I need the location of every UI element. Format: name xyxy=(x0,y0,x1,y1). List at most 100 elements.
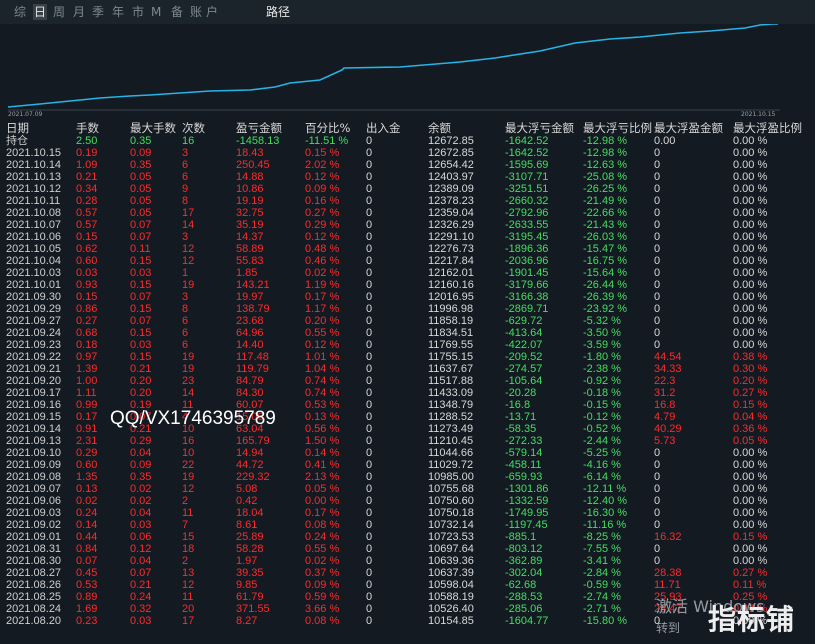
cell-count: 6 xyxy=(182,327,189,339)
period-tab-0[interactable]: 综 xyxy=(14,4,26,20)
cell-pnl: 119.79 xyxy=(236,363,269,375)
cell-balance: 11755.15 xyxy=(428,351,474,363)
period-tab-2[interactable]: 周 xyxy=(53,4,65,20)
header-max-float-loss[interactable]: 最大浮亏金额 xyxy=(505,121,574,135)
cell-deposit: 0 xyxy=(366,363,373,375)
table-row[interactable]: 2021.10.06 0.15 0.07 3 14.37 0.12 % 0 12291.10 -… xyxy=(0,231,815,243)
cell-max-lots: 0.15 xyxy=(130,327,152,339)
path-tab[interactable]: 路径 xyxy=(266,4,290,20)
cell-date: 2021.09.10 xyxy=(6,447,62,459)
cell-max-float-profit-pct: 0.30 % xyxy=(733,363,768,375)
cell-lots: 0.28 xyxy=(76,195,98,207)
table-row[interactable]: 2021.09.27 0.27 0.07 6 23.68 0.20 % 0 11858.19 -… xyxy=(0,315,815,327)
cell-count: 7 xyxy=(182,519,189,531)
table-row[interactable]: 2021.09.23 0.18 0.03 6 14.40 0.12 % 0 11769.55 -… xyxy=(0,339,815,351)
header-lots[interactable]: 手数 xyxy=(76,121,99,135)
cell-date: 2021.09.07 xyxy=(6,483,62,495)
cell-pnl: 44.72 xyxy=(236,459,264,471)
table-row[interactable]: 2021.10.13 0.21 0.05 6 14.88 0.12 % 0 12403.97 -… xyxy=(0,171,815,183)
cell-pnl: 9.85 xyxy=(236,579,258,591)
cell-deposit: 0 xyxy=(366,387,373,399)
cell-max-float-loss: -3179.66 xyxy=(505,279,549,291)
table-row[interactable]: 2021.08.26 0.53 0.21 12 9.85 0.09 % 0 10598.04 -… xyxy=(0,579,815,591)
cell-date: 2021.09.24 xyxy=(6,327,62,339)
cell-pnl-pct: 0.24 % xyxy=(305,531,340,543)
table-row[interactable]: 2021.10.14 1.09 0.35 6 250.45 2.02 % 0 12654.42… xyxy=(0,159,815,171)
table-row[interactable]: 2021.10.12 0.34 0.05 9 10.86 0.09 % 0 12389.09 -… xyxy=(0,183,815,195)
cell-balance: 10985.00 xyxy=(428,471,474,483)
table-row[interactable]: 2021.09.29 0.86 0.15 8 138.79 1.17 % 0 11996.98… xyxy=(0,303,815,315)
table-row[interactable]: 2021.10.15 0.19 0.09 3 18.43 0.15 % 0 12672.85 -… xyxy=(0,147,815,159)
cell-pnl-pct: 0.05 % xyxy=(305,483,340,495)
cell-pnl-pct: 0.37 % xyxy=(305,567,340,579)
period-tab-3[interactable]: 月 xyxy=(73,4,85,20)
header-max-lots[interactable]: 最大手数 xyxy=(130,121,176,135)
header-max-float-profit-pct[interactable]: 最大浮盈比例 xyxy=(733,121,802,135)
header-balance[interactable]: 余额 xyxy=(428,121,451,135)
header-count[interactable]: 次数 xyxy=(182,121,205,135)
cell-max-float-profit-pct: 0.20 % xyxy=(733,375,768,387)
cell-count: 12 xyxy=(182,483,195,495)
period-tab-10[interactable]: 户 xyxy=(206,4,218,20)
table-row[interactable]: 2021.09.07 0.13 0.02 12 5.08 0.05 % 0 10755.68 -… xyxy=(0,483,815,495)
cell-max-float-profit: 0 xyxy=(654,243,661,255)
table-row[interactable]: 2021.10.05 0.62 0.11 12 58.89 0.48 % 0 12276.73… xyxy=(0,243,815,255)
table-row[interactable]: 2021.09.20 1.00 0.20 23 84.79 0.74 % 0 11517.88… xyxy=(0,375,815,387)
cell-max-float-loss-pct: -2.71 % xyxy=(583,603,621,615)
cell-max-lots: 0.07 xyxy=(130,315,152,327)
cell-max-float-loss-pct: -2.84 % xyxy=(583,567,621,579)
cell-max-float-loss: -1604.77 xyxy=(505,615,549,627)
table-row[interactable]: 2021.09.21 1.39 0.21 19 119.79 1.04 % 0 11637.6… xyxy=(0,363,815,375)
period-tab-6[interactable]: 市 xyxy=(132,4,144,20)
cell-max-float-profit-pct: 0.00 % xyxy=(733,231,768,243)
header-max-float-loss-pct[interactable]: 最大浮亏比例 xyxy=(583,121,652,135)
table-row[interactable]: 2021.08.31 0.84 0.12 18 58.28 0.55 % 0 10697.64… xyxy=(0,543,815,555)
table-row[interactable]: 2021.09.03 0.24 0.04 11 18.04 0.17 % 0 10750.18… xyxy=(0,507,815,519)
cell-max-lots: 0.24 xyxy=(130,591,152,603)
table-row[interactable]: 2021.10.07 0.57 0.07 14 35.19 0.29 % 0 12326.29… xyxy=(0,219,815,231)
table-row[interactable]: 2021.09.24 0.68 0.15 6 64.96 0.55 % 0 11834.51 -… xyxy=(0,327,815,339)
header-pnl[interactable]: 盈亏金额 xyxy=(236,121,282,135)
table-row[interactable]: 2021.10.03 0.03 0.03 1 1.85 0.02 % 0 12162.01 -1… xyxy=(0,267,815,279)
table-row[interactable]: 2021.10.11 0.28 0.05 8 19.19 0.16 % 0 12378.23 -… xyxy=(0,195,815,207)
table-row[interactable]: 2021.09.06 0.02 0.02 2 0.42 0.00 % 0 10750.60 -1… xyxy=(0,495,815,507)
cell-deposit: 0 xyxy=(366,351,373,363)
table-row[interactable]: 2021.09.01 0.44 0.06 15 25.89 0.24 % 0 10723.53… xyxy=(0,531,815,543)
table-row[interactable]: 2021.09.13 2.31 0.29 16 165.79 1.50 % 0 11210.4… xyxy=(0,435,815,447)
period-tab-8[interactable]: 备 xyxy=(171,4,183,20)
cell-lots: 0.99 xyxy=(76,399,98,411)
cell-max-float-profit-pct: 0.27 % xyxy=(733,567,768,579)
table-row[interactable]: 2021.09.02 0.14 0.03 7 8.61 0.08 % 0 10732.14 -1… xyxy=(0,519,815,531)
table-row[interactable]: 2021.10.08 0.57 0.05 17 32.75 0.27 % 0 12359.04… xyxy=(0,207,815,219)
period-tab-9[interactable]: 账 xyxy=(190,4,202,20)
cell-count: 14 xyxy=(182,387,195,399)
cell-max-float-loss-pct: -0.15 % xyxy=(583,399,621,411)
cell-balance: 12276.73 xyxy=(428,243,474,255)
table-row[interactable]: 2021.09.22 0.97 0.15 19 117.48 1.01 % 0 11755.1… xyxy=(0,351,815,363)
cell-max-float-profit-pct: 0.11 % xyxy=(733,579,767,591)
header-pnl-pct[interactable]: 百分比% xyxy=(305,121,350,135)
cell-pnl: 1.85 xyxy=(236,267,258,279)
table-row[interactable]: 2021.10.04 0.60 0.15 12 55.83 0.46 % 0 12217.84… xyxy=(0,255,815,267)
header-max-float-profit[interactable]: 最大浮盈金额 xyxy=(654,121,723,135)
table-row[interactable]: 2021.09.30 0.15 0.07 3 19.97 0.17 % 0 12016.95 -… xyxy=(0,291,815,303)
period-tab-1[interactable]: 日 xyxy=(33,4,48,20)
table-row[interactable]: 2021.09.17 1.11 0.20 14 84.30 0.74 % 0 11433.09… xyxy=(0,387,815,399)
period-tab-4[interactable]: 季 xyxy=(92,4,104,20)
table-row[interactable]: 2021.09.09 0.60 0.09 22 44.72 0.41 % 0 11029.72… xyxy=(0,459,815,471)
table-row[interactable]: 2021.08.30 0.07 0.04 2 1.97 0.02 % 0 10639.36 -3… xyxy=(0,555,815,567)
period-tab-7[interactable]: M xyxy=(151,4,161,20)
cell-max-float-loss-pct: -12.11 % xyxy=(583,483,627,495)
cell-pnl-pct: 0.46 % xyxy=(305,255,340,267)
period-tab-5[interactable]: 年 xyxy=(112,4,124,20)
cell-max-lots: 0.15 xyxy=(130,351,152,363)
header-deposit[interactable]: 出入金 xyxy=(366,121,401,135)
table-row[interactable]: 2021.08.27 0.45 0.07 13 39.35 0.37 % 0 10637.39… xyxy=(0,567,815,579)
cell-max-float-profit-pct: 0.00 % xyxy=(733,543,768,555)
cell-pnl-pct: 3.66 % xyxy=(305,603,340,615)
table-row[interactable]: 2021.10.01 0.93 0.15 19 143.21 1.19 % 0 12160.1… xyxy=(0,279,815,291)
header-date[interactable]: 日期 xyxy=(6,121,29,135)
cell-max-float-profit: 0 xyxy=(654,267,661,279)
table-row[interactable]: 2021.09.08 1.35 0.35 19 229.32 2.13 % 0 10985.0… xyxy=(0,471,815,483)
table-row[interactable]: 2021.09.10 0.29 0.04 10 14.94 0.14 % 0 11044.66… xyxy=(0,447,815,459)
